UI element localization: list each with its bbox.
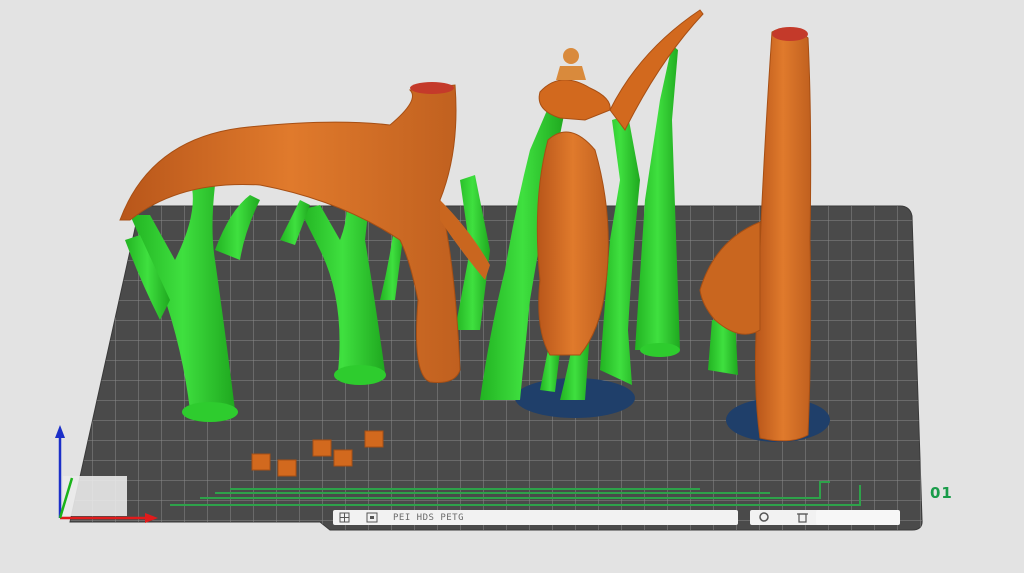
plate-right-strip <box>816 510 900 525</box>
build-plate-label: PEI HDS PETG <box>393 513 465 523</box>
plate-number[interactable]: 01 <box>930 484 953 502</box>
3d-viewport[interactable]: PEI HDS PETG 01 <box>0 0 1024 568</box>
plate-tool-strip <box>750 510 822 525</box>
